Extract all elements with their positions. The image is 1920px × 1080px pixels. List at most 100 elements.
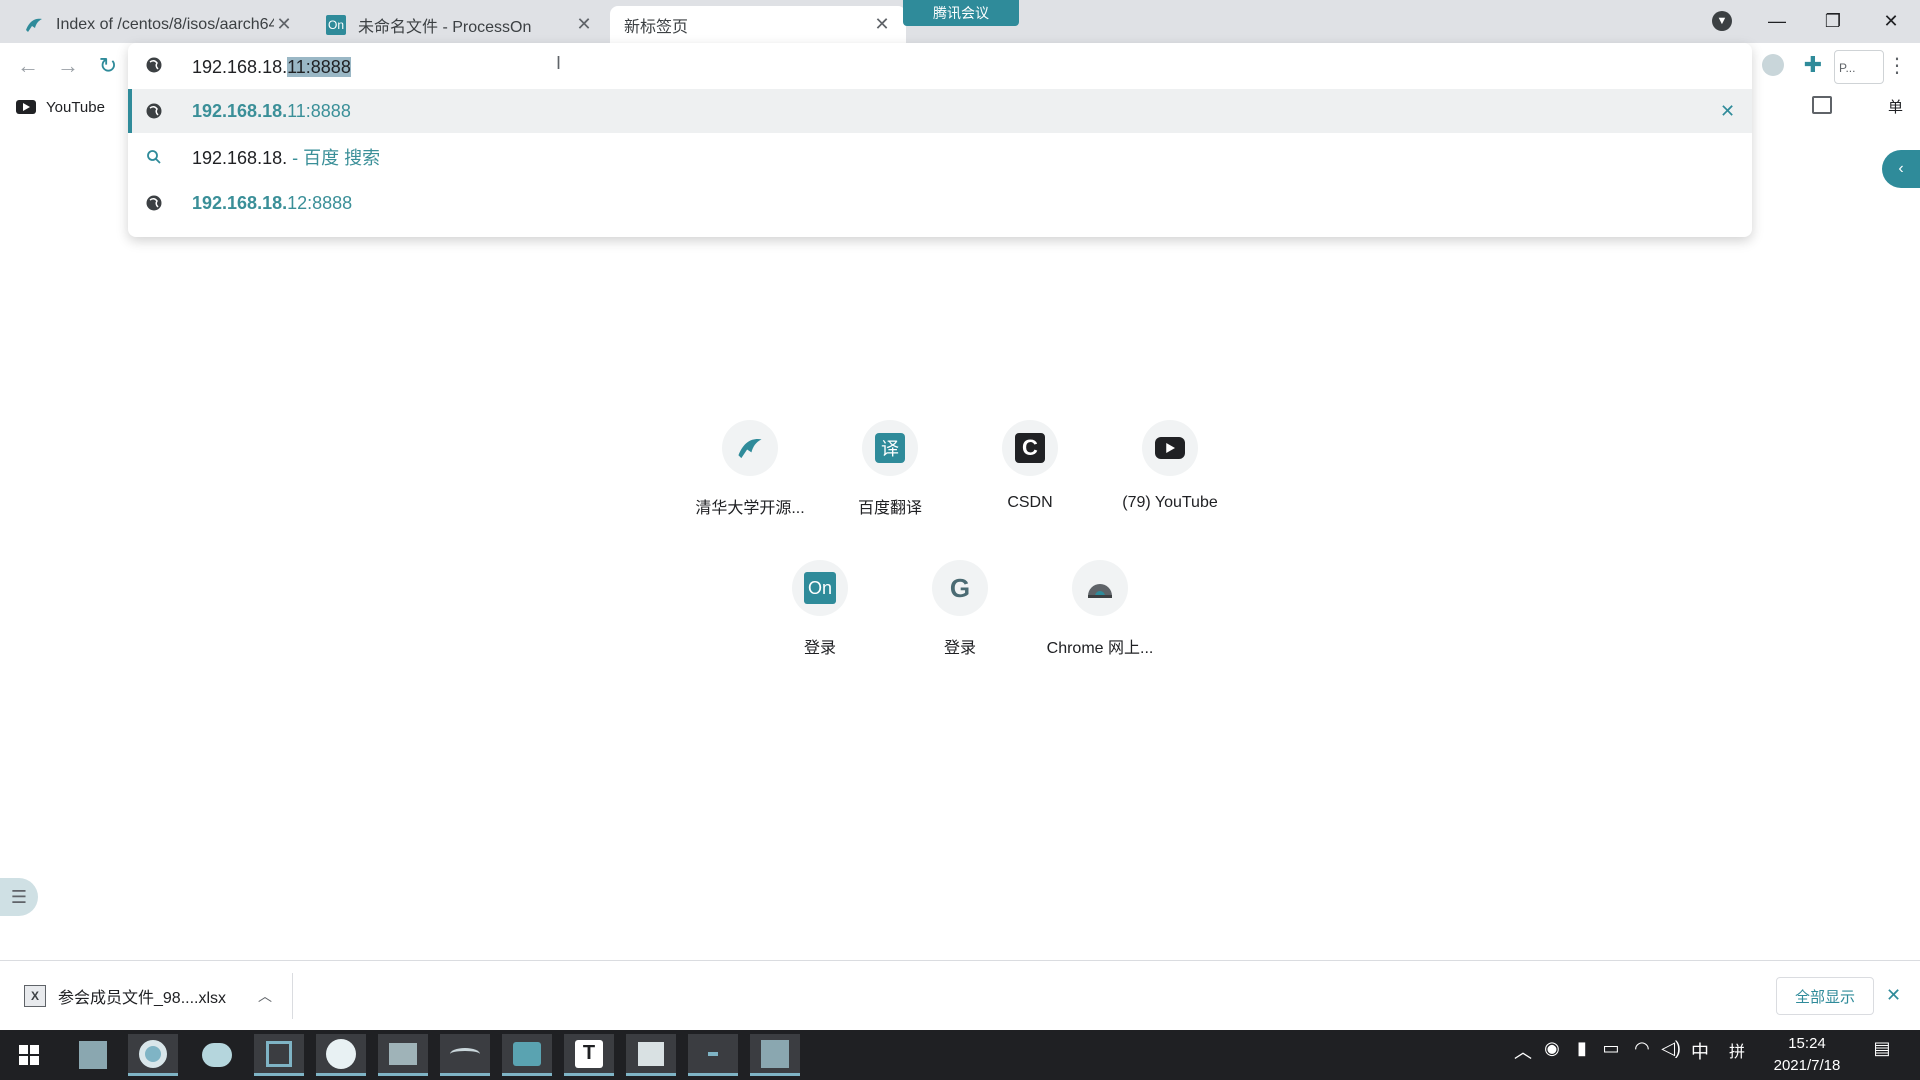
processon-icon: On xyxy=(326,14,346,35)
microphone-icon[interactable]: ▮ xyxy=(1570,1038,1594,1059)
clock-time: 15:24 xyxy=(1788,1035,1826,1052)
terminal-icon[interactable] xyxy=(688,1034,738,1076)
tuna-bird-icon xyxy=(722,420,778,476)
shortcut-label: 百度翻译 xyxy=(857,500,922,517)
shortcut-csdn[interactable]: C CSDN xyxy=(960,420,1100,530)
shortcut-baidu-translate[interactable]: 译 百度翻译 xyxy=(820,420,960,530)
search-icon xyxy=(144,147,164,167)
download-filename: 参会成员文件_98....xlsx xyxy=(58,990,227,1007)
download-bar: X 参会成员文件_98....xlsx ︿ 全部显示 ✕ xyxy=(0,960,1920,1030)
clock-date: 2021/7/18 xyxy=(1773,1057,1841,1074)
back-icon[interactable]: ← xyxy=(12,50,44,82)
shortcut-google-login[interactable]: G 登录 xyxy=(890,560,1030,670)
forward-icon[interactable]: → xyxy=(52,50,84,82)
reload-icon[interactable]: ↻ xyxy=(92,50,124,82)
close-window-button[interactable]: ✕ xyxy=(1868,6,1914,36)
bookmark-youtube[interactable]: YouTube xyxy=(16,96,105,118)
omnibox-autocomplete-selection: 11:8888 xyxy=(287,57,351,77)
maximize-button[interactable]: ❐ xyxy=(1810,6,1856,36)
profile-button[interactable]: P... xyxy=(1834,50,1884,84)
start-icon[interactable] xyxy=(4,1034,54,1076)
files-icon[interactable] xyxy=(378,1034,428,1076)
tab-close-button[interactable]: ✕ xyxy=(574,14,594,35)
tab-title: 未命名文件 - ProcessOn xyxy=(358,18,532,36)
omnibox-typed-text: 192.168.18. xyxy=(192,57,288,77)
bookmark-label: YouTube xyxy=(46,98,105,116)
ime-indicator[interactable]: 中 xyxy=(1688,1038,1712,1064)
wifi-icon[interactable]: ◠ xyxy=(1630,1038,1654,1059)
baidu-netdisk-icon[interactable] xyxy=(316,1034,366,1076)
text-cursor-icon: I xyxy=(556,53,562,73)
suggestion-row[interactable]: 192.168.18.11:8888 ✕ xyxy=(128,89,1752,133)
omnibox-input-row[interactable] xyxy=(128,43,1752,87)
show-all-downloads-button[interactable]: 全部显示 xyxy=(1776,977,1874,1015)
globe-icon xyxy=(144,193,164,213)
tab-search-icon[interactable]: ▼ xyxy=(1712,11,1732,31)
side-panel-toggle[interactable]: ‹ xyxy=(1882,150,1920,188)
taskbar-clock[interactable]: 15:24 2021/7/18 xyxy=(1752,1033,1862,1079)
suggestion-row[interactable]: 192.168.18. - 百度 搜索 xyxy=(128,135,1752,179)
puzzle-icon[interactable]: ✚ xyxy=(1800,52,1826,78)
close-download-bar-button[interactable]: ✕ xyxy=(1886,985,1901,1006)
download-item[interactable]: X 参会成员文件_98....xlsx ︿ xyxy=(8,973,293,1019)
shortcut-processon-login[interactable]: On 登录 xyxy=(750,560,890,670)
tab-title: Index of /centos/8/isos/aarch64/ xyxy=(56,15,274,33)
meeting-badge[interactable]: 腾讯会议 xyxy=(903,0,1019,26)
shortcut-label: Chrome 网上... xyxy=(1046,640,1154,657)
menu-icon[interactable]: ⋮ xyxy=(1887,52,1907,78)
remove-suggestion-button[interactable]: ✕ xyxy=(1720,101,1735,122)
extension-icon[interactable] xyxy=(1762,54,1784,76)
suggestion-text: 192.168.18.11:8888 xyxy=(192,100,351,121)
tab-close-button[interactable]: ✕ xyxy=(274,14,294,35)
floating-menu-icon[interactable]: ☰ xyxy=(0,878,38,916)
notepad-icon[interactable] xyxy=(626,1034,676,1076)
battery-icon[interactable]: ▭ xyxy=(1598,1038,1624,1059)
chevron-up-icon[interactable]: ︿ xyxy=(258,986,272,1006)
security-icon[interactable]: ◉ xyxy=(1540,1038,1564,1059)
suggestion-row[interactable]: 192.168.18.12:8888 xyxy=(128,181,1752,225)
tab-centos-index[interactable]: Index of /centos/8/isos/aarch64/ ✕ xyxy=(10,6,308,43)
ime-mode-indicator[interactable]: 拼 xyxy=(1726,1038,1748,1062)
meeting-badge-label: 腾讯会议 xyxy=(933,5,989,21)
typora-icon[interactable]: T xyxy=(564,1034,614,1076)
shortcut-label: CSDN xyxy=(1007,494,1053,511)
notification-center-icon[interactable]: ▤ xyxy=(1868,1038,1896,1059)
chrome-icon[interactable] xyxy=(128,1034,178,1076)
shortcut-label: 清华大学开源... xyxy=(695,500,805,517)
profile-label: P... xyxy=(1839,61,1856,75)
suggestion-text: 192.168.18.12:8888 xyxy=(192,192,353,213)
volume-icon[interactable]: ◁) xyxy=(1658,1038,1684,1059)
show-all-label: 全部显示 xyxy=(1794,988,1855,1006)
csdn-icon: C xyxy=(1015,433,1045,463)
wechat-icon[interactable] xyxy=(192,1034,242,1076)
show-hidden-icons-icon[interactable]: ︿ xyxy=(1512,1038,1534,1064)
globe-icon xyxy=(144,101,164,121)
screenshot-icon[interactable] xyxy=(254,1034,304,1076)
mouse-app-icon[interactable] xyxy=(68,1034,118,1076)
globe-icon xyxy=(144,55,164,75)
tuna-bird-icon xyxy=(24,15,44,35)
tab-new-tab[interactable]: 新标签页 ✕ xyxy=(610,6,906,43)
shortcut-label: 登录 xyxy=(943,640,976,657)
tab-close-button[interactable]: ✕ xyxy=(872,14,892,35)
shortcut-youtube[interactable]: (79) YouTube xyxy=(1100,420,1240,530)
excel-file-icon: X xyxy=(24,985,46,1007)
photos-icon[interactable] xyxy=(502,1034,552,1076)
tab-title: 新标签页 xyxy=(624,18,689,36)
shortcut-chrome-web-store[interactable]: Chrome 网上... xyxy=(1030,560,1170,670)
suggestion-text: 192.168.18. - 百度 搜索 xyxy=(192,148,381,168)
shortcut-label: (79) YouTube xyxy=(1122,494,1218,511)
reading-list-icon[interactable] xyxy=(1812,96,1832,114)
chrome-web-store-icon xyxy=(1072,560,1128,616)
youtube-icon xyxy=(16,100,36,114)
network-icon[interactable] xyxy=(440,1034,490,1076)
mouse-app-icon-2[interactable] xyxy=(750,1034,800,1076)
shortcut-tuna[interactable]: 清华大学开源... xyxy=(680,420,820,530)
reading-list-label: 单 xyxy=(1888,99,1904,116)
minimize-button[interactable]: — xyxy=(1754,6,1800,36)
youtube-icon xyxy=(1155,437,1185,459)
omnibox-dropdown: 192.168.18.11:8888 I 192.168.18.11:8888 … xyxy=(128,43,1752,237)
processon-icon: On xyxy=(804,572,836,604)
omnibox-input[interactable]: 192.168.18.11:8888 xyxy=(192,53,351,81)
tab-processon[interactable]: On 未命名文件 - ProcessOn ✕ xyxy=(312,6,608,43)
